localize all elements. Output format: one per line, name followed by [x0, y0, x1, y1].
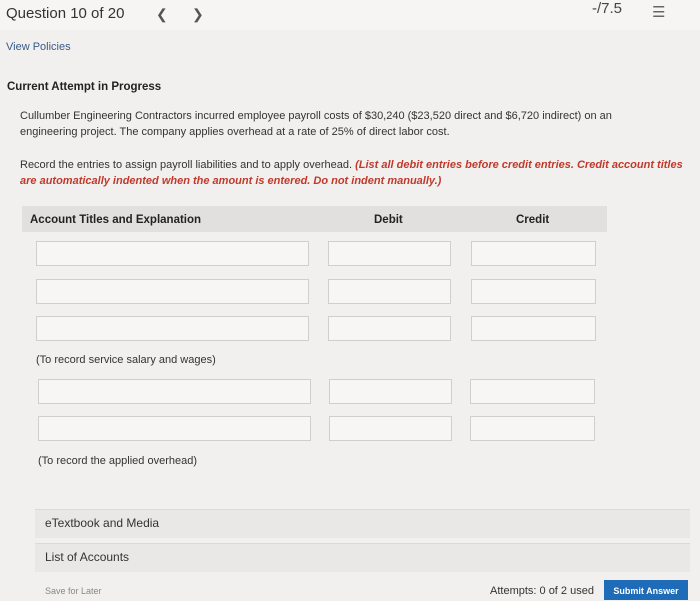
save-for-later-button[interactable]: Save for Later — [45, 586, 102, 596]
column-header-account: Account Titles and Explanation — [30, 214, 202, 226]
score-display: -/7.5 — [592, 0, 623, 17]
etextbook-link[interactable]: eTextbook and Media — [45, 516, 159, 530]
entry2-note: (To record the applied overhead) — [38, 455, 197, 467]
submit-answer-button[interactable]: Submit Answer — [604, 580, 688, 600]
entry2-row1-debit-input[interactable] — [329, 379, 452, 404]
list-of-accounts-link[interactable]: List of Accounts — [45, 550, 129, 564]
entry2-row1-credit-input[interactable] — [470, 379, 595, 404]
column-header-credit: Credit — [516, 214, 550, 226]
entry1-row2-debit-input[interactable] — [328, 279, 451, 304]
column-header-debit: Debit — [374, 214, 403, 226]
entry1-row2-account-input[interactable] — [36, 279, 309, 304]
chevron-right-icon[interactable]: ❯ — [192, 6, 204, 23]
chevron-left-icon[interactable]: ❮ — [156, 6, 168, 23]
entry2-row1-account-input[interactable] — [38, 379, 311, 404]
instructions: Record the entries to assign payroll lia… — [20, 157, 685, 189]
instructions-text: Record the entries to assign payroll lia… — [20, 159, 353, 171]
entry2-row2-account-input[interactable] — [38, 416, 311, 441]
entry1-note: (To record service salary and wages) — [36, 354, 216, 366]
entry2-row2-credit-input[interactable] — [470, 416, 595, 441]
entry1-row3-account-input[interactable] — [36, 316, 309, 341]
entry1-row1-account-input[interactable] — [36, 241, 309, 266]
list-of-accounts-box[interactable] — [35, 543, 690, 572]
view-policies-link[interactable]: View Policies — [6, 41, 71, 53]
attempt-heading: Current Attempt in Progress — [7, 81, 162, 93]
entry1-row3-debit-input[interactable] — [328, 316, 451, 341]
entry1-row1-credit-input[interactable] — [471, 241, 596, 266]
entry1-row2-credit-input[interactable] — [471, 279, 596, 304]
entry1-row3-credit-input[interactable] — [471, 316, 596, 341]
list-icon[interactable]: ☰ — [652, 3, 665, 21]
question-title: Question 10 of 20 — [6, 5, 125, 22]
entry1-row1-debit-input[interactable] — [328, 241, 451, 266]
attempts-counter: Attempts: 0 of 2 used — [490, 585, 594, 597]
problem-statement: Cullumber Engineering Contractors incurr… — [20, 110, 612, 138]
entry2-row2-debit-input[interactable] — [329, 416, 452, 441]
